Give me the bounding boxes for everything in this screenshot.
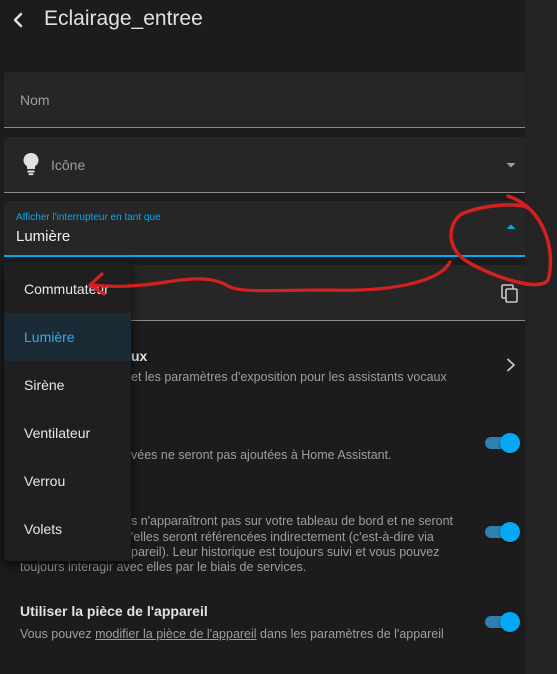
visible-description-line-2: 'elles seront référencées indirectement … bbox=[131, 530, 434, 544]
menu-item-commutateur[interactable]: Commutateur bbox=[4, 265, 131, 313]
voice-assistants-description: et les paramètres d'exposition pour les … bbox=[131, 370, 447, 384]
menu-item-volets[interactable]: Volets bbox=[4, 505, 131, 553]
icon-placeholder: Icône bbox=[51, 157, 86, 173]
use-device-area-heading: Utiliser la pièce de l'appareil bbox=[20, 603, 208, 619]
toggle-knob bbox=[500, 433, 520, 453]
icon-picker-field[interactable]: Icône bbox=[4, 137, 525, 193]
menu-down-icon[interactable] bbox=[505, 159, 517, 171]
page-title: Eclairage_entree bbox=[44, 7, 203, 30]
show-switch-as-label: Afficher l'interrupteur en tant que bbox=[16, 212, 161, 223]
menu-item-verrou[interactable]: Verrou bbox=[4, 457, 131, 505]
modify-device-area-link[interactable]: modifier la pièce de l'appareil bbox=[95, 627, 257, 641]
visible-toggle[interactable] bbox=[484, 522, 520, 542]
menu-item-ventilateur[interactable]: Ventilateur bbox=[4, 409, 131, 457]
lightbulb-icon bbox=[23, 153, 39, 176]
toggle-knob bbox=[500, 612, 520, 632]
menu-up-icon[interactable] bbox=[505, 221, 517, 233]
name-field[interactable]: Nom bbox=[4, 72, 525, 128]
show-switch-as-value: Lumière bbox=[16, 228, 71, 245]
area-desc-after: dans les paramètres de l'appareil bbox=[256, 627, 444, 641]
menu-item-lumiere[interactable]: Lumière bbox=[4, 313, 131, 361]
area-desc-before: Vous pouvez bbox=[20, 627, 96, 641]
use-device-area-description: Vous pouvez modifier la pièce de l'appar… bbox=[20, 627, 444, 641]
show-switch-as-select[interactable]: Afficher l'interrupteur en tant que Lumi… bbox=[4, 201, 525, 257]
dialog-header: Eclairage_entree bbox=[0, 0, 525, 60]
visible-description-line-3: pareil). Leur historique est toujours su… bbox=[131, 545, 440, 559]
chevron-left-icon[interactable] bbox=[6, 8, 30, 32]
entity-settings-dialog: Eclairage_entree Nom Icône Afficher l'in… bbox=[0, 0, 525, 674]
use-device-area-toggle[interactable] bbox=[484, 612, 520, 632]
chevron-right-icon[interactable] bbox=[505, 358, 517, 372]
visible-description-line-1: s n'apparaîtront pas sur votre tableau d… bbox=[131, 514, 454, 528]
voice-assistants-heading: ux bbox=[131, 348, 148, 364]
switch-as-dropdown-menu: Commutateur Lumière Sirène Ventilateur V… bbox=[4, 262, 131, 561]
content-copy-icon[interactable] bbox=[501, 284, 519, 304]
visible-description-line-4: toujours interagir avec elles par le bia… bbox=[20, 560, 307, 574]
background-strip bbox=[525, 0, 557, 674]
toggle-knob bbox=[500, 522, 520, 542]
enabled-toggle[interactable] bbox=[484, 433, 520, 453]
name-placeholder: Nom bbox=[20, 92, 50, 108]
enabled-description: vées ne seront pas ajoutées à Home Assis… bbox=[131, 448, 392, 462]
menu-item-sirene[interactable]: Sirène bbox=[4, 361, 131, 409]
